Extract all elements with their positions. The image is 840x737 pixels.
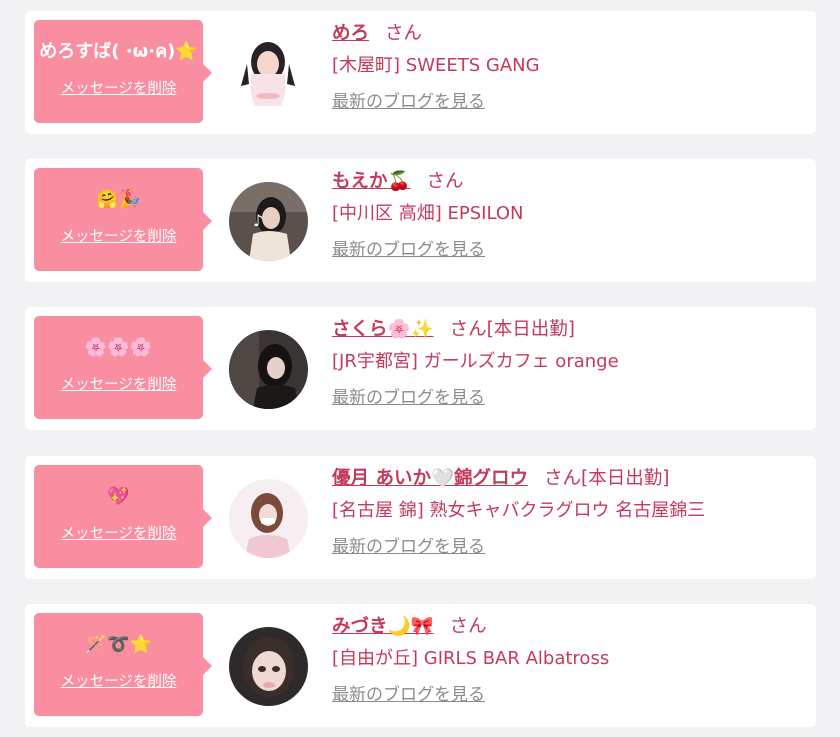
profile-info: もえか🍒 さん [中川区 高畑] EPSILON 最新のブログを見る bbox=[332, 169, 523, 262]
avatar[interactable] bbox=[229, 479, 308, 558]
shop-name: [JR宇都宮] ガールズカフェ orange bbox=[332, 351, 619, 372]
message-bubble: めろすば( ·ω·ค)⭐ メッセージを削除 bbox=[34, 20, 212, 123]
shop-name: [名古屋 錦] 熟女キャバクラグロウ 名古屋錦三 bbox=[332, 500, 706, 521]
latest-blog-link[interactable]: 最新のブログを見る bbox=[332, 386, 619, 410]
svg-text:♪: ♪ bbox=[253, 211, 263, 230]
avatar[interactable]: ♪ bbox=[229, 182, 308, 261]
profile-info: さくら🌸✨ さん[本日出勤] [JR宇都宮] ガールズカフェ orange 最新の… bbox=[332, 317, 619, 410]
girl-photo-icon bbox=[229, 34, 308, 113]
shop-name: [木屋町] SWEETS GANG bbox=[332, 55, 540, 76]
latest-blog-link[interactable]: 最新のブログを見る bbox=[332, 683, 609, 707]
girl-name-link[interactable]: 優月 あいか🤍錦グロウ bbox=[332, 468, 528, 489]
message-text: 🤗🎉 bbox=[96, 189, 141, 210]
latest-blog-link[interactable]: 最新のブログを見る bbox=[332, 238, 523, 262]
girl-name-link[interactable]: みづき🌙🎀 bbox=[332, 616, 434, 637]
girl-name-link[interactable]: めろ bbox=[332, 23, 369, 44]
message-text: 🪄➰⭐ bbox=[84, 634, 153, 655]
message-card: 🪄➰⭐ メッセージを削除 みづき🌙🎀 さん [自由が丘] GIRLS BAR Al… bbox=[25, 604, 816, 727]
message-bubble: 🤗🎉 メッセージを削除 bbox=[34, 168, 212, 271]
name-suffix: さん bbox=[426, 171, 464, 192]
message-card: 🤗🎉 メッセージを削除 ♪ もえか🍒 さん [中川区 高畑] EPSILON 最新… bbox=[25, 159, 816, 282]
message-text: 🌸🌸🌸 bbox=[84, 337, 153, 358]
girl-photo-icon: ♪ bbox=[229, 182, 308, 261]
name-suffix: さん[本日出勤] bbox=[449, 319, 576, 340]
avatar[interactable] bbox=[229, 627, 308, 706]
latest-blog-link[interactable]: 最新のブログを見る bbox=[332, 535, 705, 559]
name-suffix: さん bbox=[449, 616, 487, 637]
shop-name: [中川区 高畑] EPSILON bbox=[332, 203, 524, 224]
message-bubble: 💖 メッセージを削除 bbox=[34, 465, 212, 568]
message-card: 💖 メッセージを削除 優月 あいか🤍錦グロウ さん[本日出勤] [名古屋 錦] 熟… bbox=[25, 456, 816, 579]
message-bubble: 🌸🌸🌸 メッセージを削除 bbox=[34, 316, 212, 419]
girl-name-link[interactable]: さくら🌸✨ bbox=[332, 319, 434, 340]
profile-info: 優月 あいか🤍錦グロウ さん[本日出勤] [名古屋 錦] 熟女キャバクラグロウ 名… bbox=[332, 466, 705, 559]
name-suffix: さん bbox=[385, 23, 423, 44]
avatar[interactable] bbox=[229, 330, 308, 409]
message-text: めろすば( ·ω·ค)⭐ bbox=[39, 41, 198, 62]
delete-message-link[interactable]: メッセージを削除 bbox=[34, 227, 203, 247]
message-text: 💖 bbox=[107, 486, 130, 507]
girl-photo-icon bbox=[229, 330, 308, 409]
delete-message-link[interactable]: メッセージを削除 bbox=[34, 375, 203, 395]
girl-photo-icon bbox=[229, 627, 308, 706]
message-card: 🌸🌸🌸 メッセージを削除 さくら🌸✨ さん[本日出勤] [JR宇都宮] ガールズカ… bbox=[25, 307, 816, 430]
delete-message-link[interactable]: メッセージを削除 bbox=[34, 524, 203, 544]
message-bubble: 🪄➰⭐ メッセージを削除 bbox=[34, 613, 212, 716]
girl-name-link[interactable]: もえか🍒 bbox=[332, 171, 411, 192]
latest-blog-link[interactable]: 最新のブログを見る bbox=[332, 90, 540, 114]
profile-info: みづき🌙🎀 さん [自由が丘] GIRLS BAR Albatross 最新のブロ… bbox=[332, 614, 609, 707]
avatar[interactable] bbox=[229, 34, 308, 113]
shop-name: [自由が丘] GIRLS BAR Albatross bbox=[332, 648, 610, 669]
delete-message-link[interactable]: メッセージを削除 bbox=[34, 672, 203, 692]
name-suffix: さん[本日出勤] bbox=[543, 468, 670, 489]
girl-photo-icon bbox=[229, 479, 308, 558]
delete-message-link[interactable]: メッセージを削除 bbox=[34, 79, 203, 99]
message-card: めろすば( ·ω·ค)⭐ メッセージを削除 めろ さん [木屋町] SWEETS … bbox=[25, 11, 816, 134]
profile-info: めろ さん [木屋町] SWEETS GANG 最新のブログを見る bbox=[332, 21, 540, 114]
